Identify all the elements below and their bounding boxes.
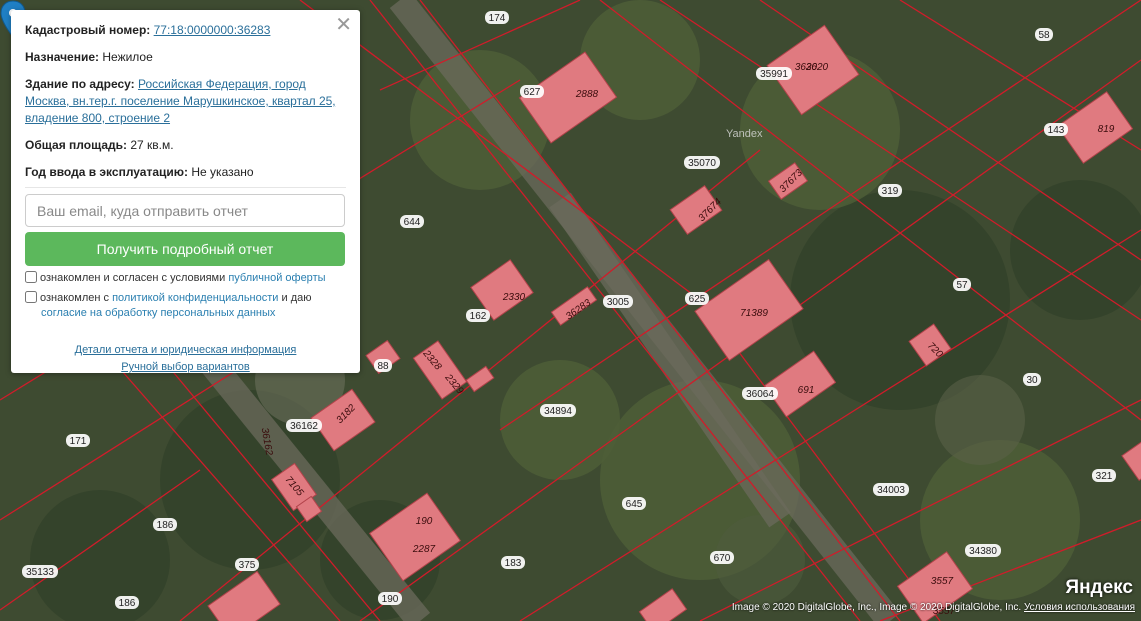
parcel-label: 625 — [689, 294, 706, 305]
consent-offer-text: ознакомлен и согласен с условиями — [40, 272, 226, 284]
consent-privacy-checkbox[interactable] — [25, 291, 37, 303]
tree-canopy — [500, 360, 620, 480]
open-ground — [935, 375, 1025, 465]
building-label: 71389 — [740, 308, 768, 319]
yandex-logo: Яндекс — [1065, 577, 1133, 598]
divider — [25, 187, 346, 188]
close-icon[interactable]: ✕ — [335, 15, 352, 35]
year-row: Год ввода в эксплуатацию: Не указано — [25, 164, 346, 181]
parcel-label: 319 — [882, 186, 899, 197]
parcel-label: 183 — [505, 558, 522, 569]
parcel-label: 35991 — [760, 69, 788, 80]
attribution-text: Image © 2020 DigitalGlobe, Inc., Image ©… — [731, 602, 1022, 613]
personal-data-consent-link[interactable]: согласие на обработку персональных данны… — [25, 307, 275, 319]
parcel-label: 321 — [1096, 471, 1113, 482]
purpose-value: Нежилое — [102, 50, 153, 64]
privacy-policy-link[interactable]: политикой конфиденциальности — [112, 292, 278, 304]
parcel-label: 30 — [1026, 375, 1038, 386]
get-report-button[interactable]: Получить подробный отчет — [25, 232, 345, 266]
area-row: Общая площадь: 27 кв.м. — [25, 137, 346, 154]
email-input[interactable] — [25, 194, 345, 227]
purpose-label: Назначение: — [25, 50, 100, 64]
parcel-label: 34894 — [544, 406, 572, 417]
consent-privacy-text-a: ознакомлен с — [40, 292, 110, 304]
address-row: Здание по адресу: Российская Федерация, … — [25, 76, 346, 127]
consent-offer-row: ознакомлен и согласен с условиями публич… — [25, 271, 346, 286]
parcel-label: 644 — [404, 217, 421, 228]
popup-footer-links: Детали отчета и юридическая информация Р… — [25, 342, 346, 376]
parcel-label: 35070 — [688, 158, 716, 169]
building-label: 2287 — [412, 544, 436, 555]
building-label: 691 — [798, 385, 815, 396]
parcel-label: 162 — [470, 311, 487, 322]
parcel-label: 36162 — [290, 421, 318, 432]
parcel-label: 35133 — [26, 567, 54, 578]
report-details-link[interactable]: Детали отчета и юридическая информация — [75, 344, 297, 356]
public-offer-link[interactable]: публичной оферты — [228, 272, 325, 284]
building-label: 2888 — [575, 89, 599, 100]
cadastral-number-link[interactable]: 77:18:0000000:36283 — [154, 23, 271, 37]
building-label: 190 — [416, 516, 433, 527]
consent-offer-checkbox[interactable] — [25, 271, 37, 283]
parcel-label: 375 — [239, 560, 256, 571]
parcel-label: 174 — [489, 13, 506, 24]
parcel-info-popup: ✕ Кадастровый номер: 77:18:0000000:36283… — [11, 10, 360, 373]
year-label: Год ввода в эксплуатацию: — [25, 165, 189, 179]
building-label: 3620 — [806, 62, 829, 73]
terms-link[interactable]: Условия использования — [1024, 602, 1135, 613]
consent-privacy-row: ознакомлен с политикой конфиденциальност… — [25, 291, 346, 321]
parcel-label: 3005 — [607, 297, 630, 308]
area-value: 27 кв.м. — [130, 138, 174, 152]
manual-selection-link[interactable]: Ручной выбор вариантов — [121, 361, 249, 373]
consent-privacy-text-b: и даю — [281, 292, 312, 304]
parcel-label: 36064 — [746, 389, 774, 400]
parcel-label: 186 — [157, 520, 174, 531]
year-value: Не указано — [191, 165, 254, 179]
parcel-label: 34003 — [877, 485, 905, 496]
parcel-label: 645 — [626, 499, 643, 510]
parcel-label: 58 — [1038, 30, 1050, 41]
cadastral-label: Кадастровый номер: — [25, 23, 151, 37]
parcel-label: 670 — [714, 553, 731, 564]
parcel-label: 88 — [377, 361, 389, 372]
parcel-label: 34380 — [969, 546, 997, 557]
map-watermark: Yandex — [726, 128, 763, 140]
cadastral-row: Кадастровый номер: 77:18:0000000:36283 — [25, 22, 346, 39]
map-attribution: Image © 2020 DigitalGlobe, Inc., Image ©… — [732, 602, 1135, 613]
parcel-label: 627 — [524, 87, 541, 98]
parcel-label: 186 — [119, 598, 136, 609]
parcel-label: 171 — [70, 436, 87, 447]
parcel-label: 143 — [1048, 125, 1065, 136]
address-label: Здание по адресу: — [25, 77, 135, 91]
parcel-label: 57 — [956, 280, 968, 291]
building-label: 2330 — [502, 292, 526, 303]
purpose-row: Назначение: Нежилое — [25, 49, 346, 66]
parcel-label: 190 — [382, 594, 399, 605]
building-label: 3557 — [931, 576, 954, 587]
area-label: Общая площадь: — [25, 138, 128, 152]
building-label: 819 — [1098, 124, 1115, 135]
